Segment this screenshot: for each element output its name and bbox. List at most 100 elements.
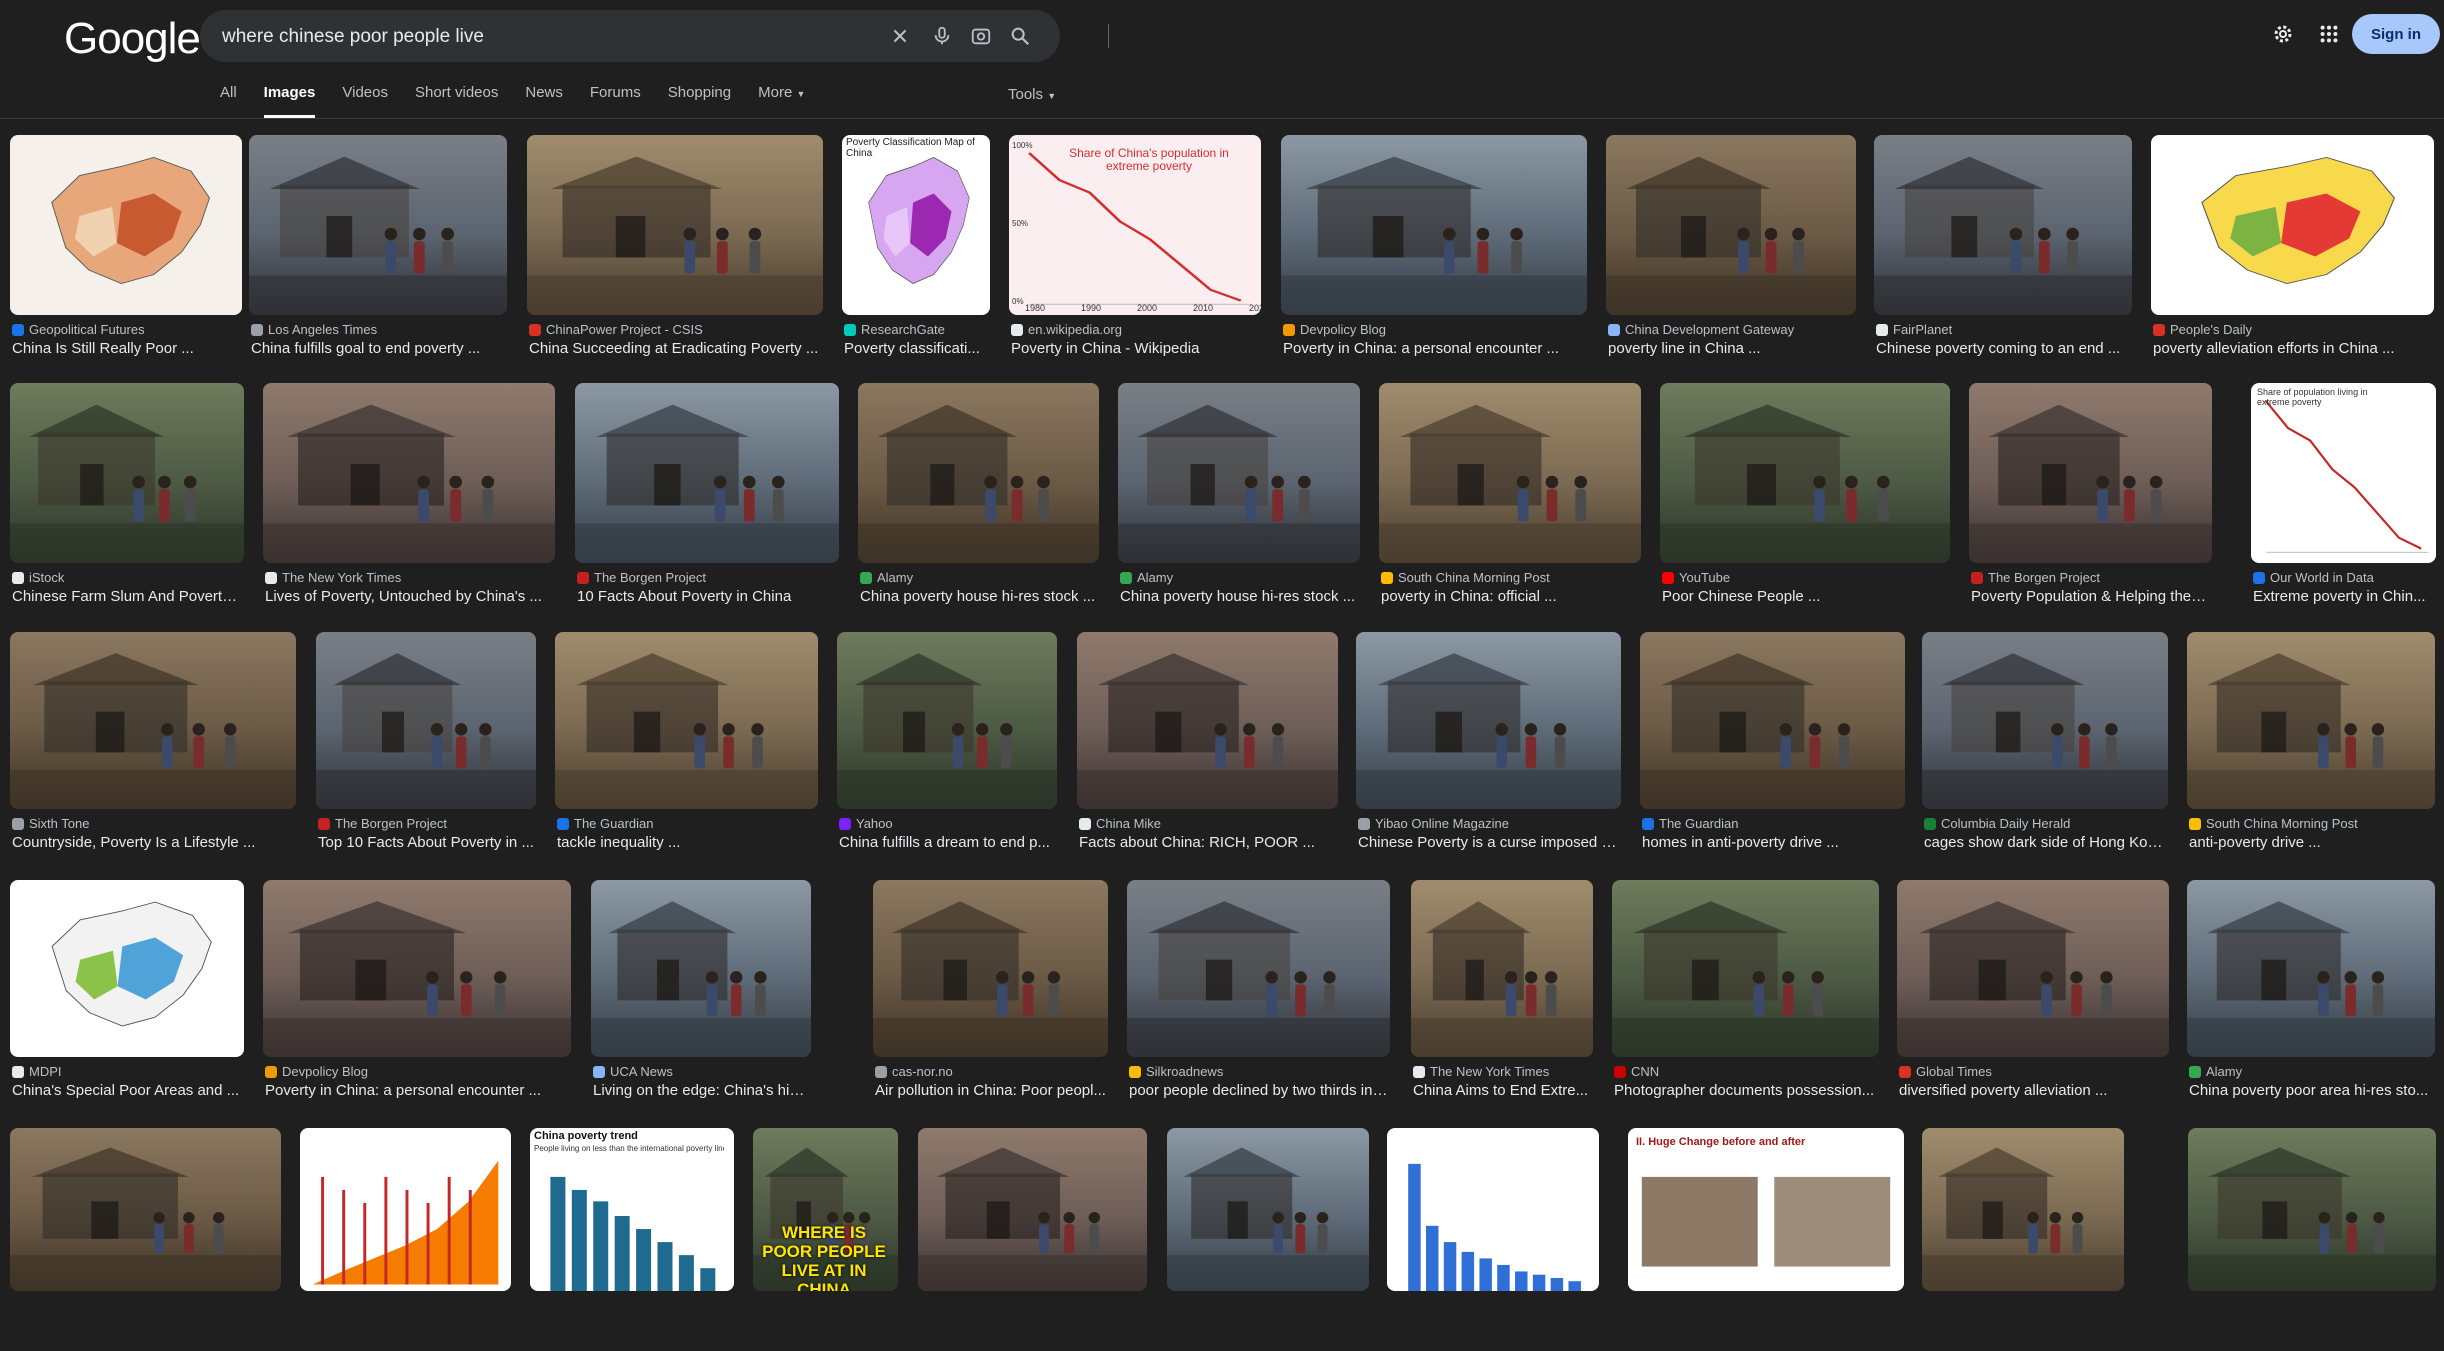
result-title[interactable]: Extreme poverty in Chin... [2253,588,2434,605]
image-result-card[interactable]: The Guardian tackle inequality ... [555,632,818,869]
result-source[interactable]: South China Morning Post [1381,570,1643,585]
image-result-card[interactable]: CNN Photographer documents possession... [1612,880,1879,1117]
result-thumbnail[interactable] [575,383,839,563]
result-title[interactable]: Poor Chinese People ... [1662,588,1948,605]
result-thumbnail[interactable]: II. Huge Change before and after [1628,1128,1904,1291]
result-thumbnail[interactable]: Share of population living in extreme po… [2251,383,2436,563]
result-title[interactable]: Chinese Farm Slum And Poverty ... [12,588,242,605]
result-thumbnail[interactable] [1411,880,1593,1057]
result-title[interactable]: Top 10 Facts About Poverty in ... [318,834,534,851]
result-source[interactable]: China Mike [1079,816,1340,831]
result-title[interactable]: Lives of Poverty, Untouched by China's .… [265,588,553,605]
result-source[interactable]: YouTube [1662,570,1952,585]
result-source[interactable]: Yahoo [839,816,1059,831]
image-result-card[interactable]: The Borgen Project Poverty Population & H… [1969,383,2212,623]
image-result-card[interactable]: The New York Times China Aims to End Extr… [1411,880,1593,1117]
result-source[interactable]: Our World in Data [2253,570,2438,585]
image-result-card[interactable]: Devpolicy Blog Poverty in China: a person… [1281,135,1587,375]
result-title[interactable]: cages show dark side of Hong Kon... [1924,834,2166,851]
result-title[interactable]: Poverty in China: a personal encounter .… [265,1082,569,1099]
result-source[interactable]: The Guardian [557,816,820,831]
result-thumbnail[interactable] [1167,1128,1369,1291]
result-thumbnail[interactable] [249,135,507,315]
image-result-card[interactable] [1167,1128,1369,1351]
result-source[interactable]: Alamy [2189,1064,2437,1079]
result-title[interactable]: Chinese Poverty is a curse imposed b... [1358,834,1619,851]
image-result-card[interactable]: China poverty trend People living on less… [530,1128,734,1351]
result-title[interactable]: Air pollution in China: Poor peopl... [875,1082,1106,1099]
image-result-card[interactable]: II. Huge Change before and after [1628,1128,1904,1351]
result-thumbnail[interactable] [300,1128,511,1291]
image-result-card[interactable]: The Guardian homes in anti-poverty drive … [1640,632,1905,869]
result-source[interactable]: cas-nor.no [875,1064,1110,1079]
result-thumbnail[interactable] [1127,880,1390,1057]
image-result-card[interactable]: Silkroadnews poor people declined by two … [1127,880,1390,1117]
result-title[interactable]: homes in anti-poverty drive ... [1642,834,1903,851]
result-thumbnail[interactable] [858,383,1099,563]
result-title[interactable]: Poverty classificati... [844,340,988,357]
result-thumbnail[interactable] [263,383,555,563]
result-source[interactable]: ChinaPower Project - CSIS [529,322,825,337]
image-result-card[interactable]: YouTube Poor Chinese People ... [1660,383,1950,623]
result-title[interactable]: China Aims to End Extre... [1413,1082,1591,1099]
image-result-card[interactable]: Share of China's population in extreme p… [1009,135,1261,375]
image-result-card[interactable]: Alamy China poverty house hi-res stock ..… [1118,383,1360,623]
result-title[interactable]: China Is Still Really Poor ... [12,340,240,357]
result-thumbnail[interactable] [527,135,823,315]
result-thumbnail[interactable] [1922,632,2168,809]
result-source[interactable]: South China Morning Post [2189,816,2437,831]
result-thumbnail[interactable] [837,632,1057,809]
result-thumbnail[interactable] [2188,1128,2436,1291]
image-result-card[interactable]: Alamy China poverty poor area hi-res sto.… [2187,880,2435,1117]
image-result-card[interactable]: iStock Chinese Farm Slum And Poverty ... [10,383,244,623]
result-source[interactable]: Global Times [1899,1064,2171,1079]
result-title[interactable]: China Succeeding at Eradicating Poverty … [529,340,821,357]
result-source[interactable]: ResearchGate [844,322,992,337]
result-thumbnail[interactable] [591,880,811,1057]
image-result-card[interactable]: cas-nor.no Air pollution in China: Poor p… [873,880,1108,1117]
image-result-card[interactable]: Share of population living in extreme po… [2251,383,2436,623]
result-thumbnail[interactable] [316,632,536,809]
result-title[interactable]: tackle inequality ... [557,834,816,851]
result-thumbnail[interactable] [1612,880,1879,1057]
image-result-card[interactable]: Los Angeles Times China fulfills goal to … [249,135,507,375]
result-title[interactable]: China's Special Poor Areas and ... [12,1082,242,1099]
result-title[interactable]: Countryside, Poverty Is a Lifestyle ... [12,834,294,851]
result-source[interactable]: iStock [12,570,246,585]
image-result-card[interactable]: Yibao Online Magazine Chinese Poverty is … [1356,632,1621,869]
image-result-card[interactable]: UCA News Living on the edge: China's hidd… [591,880,811,1117]
result-title[interactable]: poverty in China: official ... [1381,588,1639,605]
result-title[interactable]: Chinese poverty coming to an end ... [1876,340,2130,357]
image-result-card[interactable]: People's Daily poverty alleviation effort… [2151,135,2434,375]
result-source[interactable]: Devpolicy Blog [1283,322,1589,337]
result-title[interactable]: poverty line in China ... [1608,340,1854,357]
result-title[interactable]: anti-poverty drive ... [2189,834,2433,851]
image-result-card[interactable]: The Borgen Project 10 Facts About Poverty… [575,383,839,623]
result-source[interactable]: Yibao Online Magazine [1358,816,1623,831]
result-thumbnail[interactable]: WHERE IS POOR PEOPLE LIVE AT IN CHINA [753,1128,898,1291]
image-result-card[interactable] [2188,1128,2436,1351]
result-title[interactable]: Poverty in China: a personal encounter .… [1283,340,1585,357]
result-title[interactable]: Poverty in China - Wikipedia [1011,340,1259,357]
result-title[interactable]: Facts about China: RICH, POOR ... [1079,834,1336,851]
result-thumbnail[interactable] [2151,135,2434,315]
result-thumbnail[interactable] [10,632,296,809]
result-thumbnail[interactable]: China poverty trend People living on less… [530,1128,734,1291]
image-result-card[interactable]: China Development Gateway poverty line in… [1606,135,1856,375]
result-thumbnail[interactable] [873,880,1108,1057]
image-result-card[interactable]: Yahoo China fulfills a dream to end p... [837,632,1057,869]
result-thumbnail[interactable] [10,880,244,1057]
result-thumbnail[interactable] [1897,880,2169,1057]
image-result-card[interactable]: Columbia Daily Herald cages show dark sid… [1922,632,2168,869]
result-source[interactable]: Geopolitical Futures [12,322,244,337]
result-source[interactable]: Alamy [860,570,1101,585]
image-result-card[interactable] [10,1128,281,1351]
result-thumbnail[interactable] [2187,632,2435,809]
result-source[interactable]: UCA News [593,1064,813,1079]
image-result-card[interactable]: South China Morning Post poverty in China… [1379,383,1641,623]
result-source[interactable]: MDPI [12,1064,246,1079]
result-source[interactable]: The Guardian [1642,816,1907,831]
image-result-card[interactable]: South China Morning Post anti-poverty dri… [2187,632,2435,869]
image-result-card[interactable]: FairPlanet Chinese poverty coming to an e… [1874,135,2132,375]
result-thumbnail[interactable] [918,1128,1147,1291]
